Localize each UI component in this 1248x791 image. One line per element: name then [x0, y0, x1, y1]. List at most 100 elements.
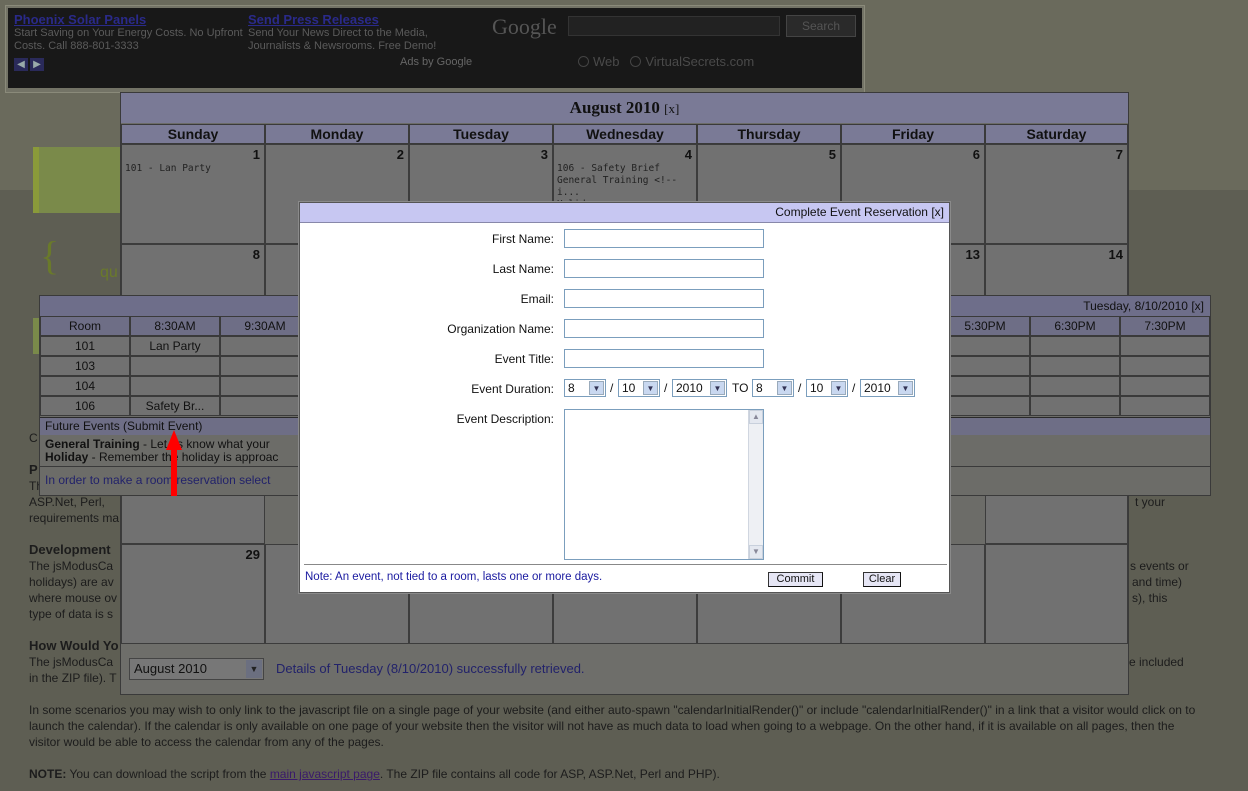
schedule-slot[interactable] [220, 396, 310, 416]
day-number: 4 [684, 147, 692, 162]
end-day-select[interactable]: 10 ▼ [806, 379, 848, 397]
web-radio[interactable] [578, 56, 589, 67]
start-year-select[interactable]: 2010 ▼ [672, 379, 727, 397]
organization-label: Organization Name: [447, 322, 554, 336]
end-year-select[interactable]: 2010 ▼ [860, 379, 915, 397]
prev-ad-icon[interactable]: ◀ [14, 58, 28, 71]
schedule-slot[interactable] [1120, 376, 1210, 396]
ad-title[interactable]: Send Press Releases [248, 12, 478, 27]
column-header-time: 7:30PM [1120, 316, 1210, 336]
scroll-down-icon[interactable]: ▼ [749, 545, 763, 559]
schedule-slot[interactable] [940, 356, 1030, 376]
day-number: 5 [828, 147, 836, 162]
main-javascript-link[interactable]: main javascript page [270, 767, 380, 781]
day-number: 2 [396, 147, 404, 162]
room-label: 101 [40, 336, 130, 356]
how-heading: How Would Yo [29, 638, 119, 653]
text-fragment: where mouse ov [29, 591, 118, 605]
scroll-up-icon[interactable]: ▲ [749, 410, 763, 424]
schedule-slot[interactable] [940, 336, 1030, 356]
day-cell[interactable] [985, 544, 1128, 644]
schedule-slot[interactable] [220, 376, 310, 396]
text-fragment: ASP.Net, Perl, [29, 495, 105, 509]
room-label: 103 [40, 356, 130, 376]
day-name-sunday: Sunday [121, 124, 265, 144]
commit-button[interactable]: Commit [768, 572, 823, 587]
chevron-down-icon[interactable]: ▼ [831, 381, 846, 395]
schedule-slot[interactable] [1030, 396, 1120, 416]
ad-item[interactable]: Phoenix Solar Panels Start Saving on You… [14, 12, 244, 53]
last-name-field[interactable] [564, 259, 764, 278]
schedule-slot[interactable] [1030, 376, 1120, 396]
next-ad-icon[interactable]: ▶ [30, 58, 44, 71]
start-day-select[interactable]: 10 ▼ [618, 379, 660, 397]
chevron-down-icon[interactable]: ▼ [898, 381, 913, 395]
day-event[interactable]: General Training <!--i... [557, 175, 696, 199]
schedule-slot[interactable]: Safety Br... [130, 396, 220, 416]
site-radio[interactable] [630, 56, 642, 67]
event-description-field[interactable] [564, 409, 764, 560]
schedule-slot[interactable] [220, 336, 310, 356]
chevron-down-icon[interactable]: ▼ [643, 381, 658, 395]
schedule-slot[interactable] [130, 376, 220, 396]
day-number: 14 [1108, 247, 1123, 262]
google-search-button[interactable]: Search [786, 15, 856, 37]
column-header-time: 8:30AM [130, 316, 220, 336]
schedule-slot[interactable] [1030, 336, 1120, 356]
description-scrollbar[interactable]: ▲ ▼ [748, 410, 763, 559]
start-month-select[interactable]: 8 ▼ [564, 379, 606, 397]
end-month-value: 8 [756, 381, 763, 395]
schedule-slot[interactable] [220, 356, 310, 376]
chevron-down-icon[interactable]: ▼ [246, 660, 262, 678]
day-cell[interactable]: 7 [985, 144, 1128, 244]
first-name-field[interactable] [564, 229, 764, 248]
schedule-slot[interactable] [1120, 396, 1210, 416]
event-title-field[interactable] [564, 349, 764, 368]
web-radio-label: Web [593, 54, 620, 69]
dialog-note: Note: An event, not tied to a room, last… [305, 571, 603, 583]
ad-item[interactable]: Send Press Releases Send Your News Direc… [248, 12, 478, 53]
date-separator: / [798, 381, 802, 395]
text-fragment: s), this [1132, 591, 1168, 605]
day-cell[interactable]: 29 [121, 544, 265, 644]
schedule-slot[interactable] [130, 356, 220, 376]
column-header-time: 6:30PM [1030, 316, 1120, 336]
month-select[interactable]: August 2010 ▼ [129, 658, 264, 680]
clear-button[interactable]: Clear [863, 572, 901, 587]
day-name-saturday: Saturday [985, 124, 1128, 144]
google-search-input[interactable] [568, 16, 780, 36]
development-heading: Development [29, 542, 111, 557]
ad-title[interactable]: Phoenix Solar Panels [14, 12, 244, 27]
day-cell[interactable]: 1 101 - Lan Party [121, 144, 265, 244]
start-year-value: 2010 [676, 381, 703, 395]
dialog-titlebar: Complete Event Reservation [x] [300, 203, 949, 223]
chevron-down-icon[interactable]: ▼ [710, 381, 725, 395]
start-month-value: 8 [568, 381, 575, 395]
day-name-monday: Monday [265, 124, 409, 144]
dialog-close-button[interactable]: [x] [931, 205, 944, 219]
email-field[interactable] [564, 289, 764, 308]
note-paragraph: NOTE: You can download the script from t… [29, 766, 1204, 782]
calendar-status: Details of Tuesday (8/10/2010) successfu… [276, 661, 585, 676]
ads-by-google[interactable]: Ads by Google [400, 56, 472, 68]
google-logo: Google [492, 14, 557, 39]
schedule-close-button[interactable]: [x] [1191, 299, 1204, 313]
end-month-select[interactable]: 8 ▼ [752, 379, 794, 397]
schedule-slot[interactable] [940, 396, 1030, 416]
day-event[interactable]: 101 - Lan Party [125, 163, 211, 175]
schedule-slot[interactable] [1120, 336, 1210, 356]
quote-fragment: qu [100, 264, 118, 281]
future-event-item[interactable]: Holiday - Remember the holiday is approa… [45, 451, 278, 464]
organization-field[interactable] [564, 319, 764, 338]
column-header-time: 5:30PM [940, 316, 1030, 336]
day-event[interactable]: 106 - Safety Brief [557, 163, 696, 175]
text-fragment: holidays) are av [29, 575, 114, 589]
future-event-name: General Training [45, 437, 140, 451]
schedule-slot[interactable]: Lan Party [130, 336, 220, 356]
schedule-slot[interactable] [940, 376, 1030, 396]
schedule-slot[interactable] [1120, 356, 1210, 376]
schedule-slot[interactable] [1030, 356, 1120, 376]
chevron-down-icon[interactable]: ▼ [777, 381, 792, 395]
chevron-down-icon[interactable]: ▼ [589, 381, 604, 395]
calendar-close-button[interactable]: [x] [664, 101, 679, 116]
